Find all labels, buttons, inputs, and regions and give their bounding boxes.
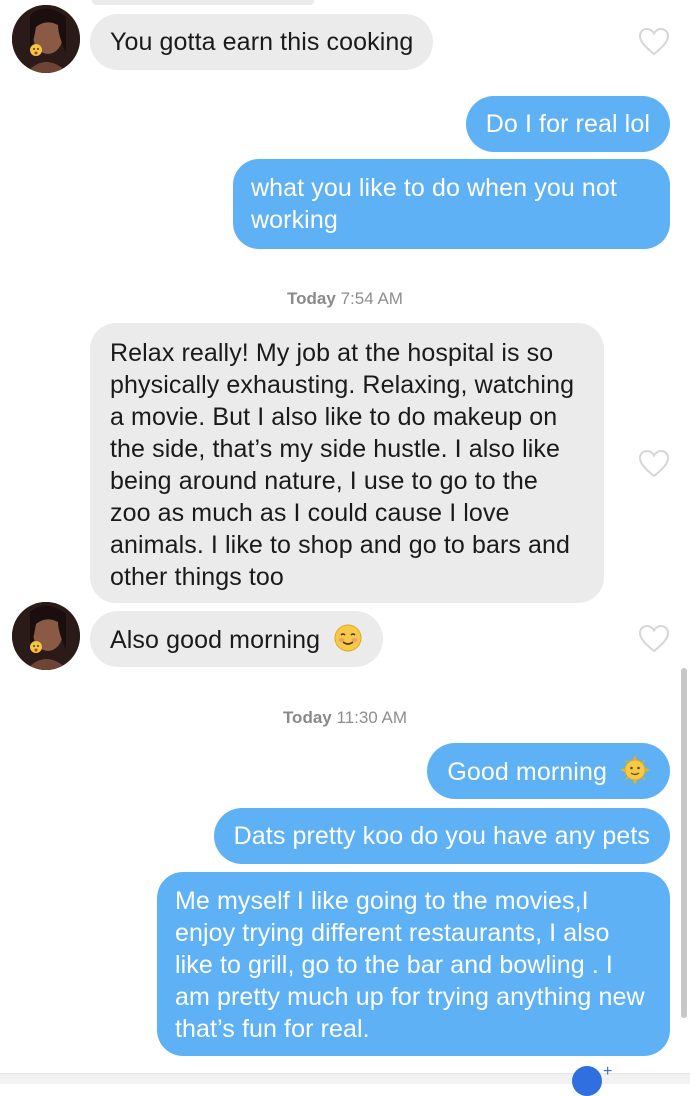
heart-outline-icon[interactable] xyxy=(638,449,670,479)
timestamp-time: 11:30 AM xyxy=(336,708,408,727)
message-text: You gotta earn this cooking xyxy=(110,28,414,56)
message-bubble-incoming[interactable]: Also good morning xyxy=(90,611,384,667)
heart-outline-icon[interactable] xyxy=(638,624,670,654)
previous-message-edge xyxy=(92,0,314,5)
message-bubble-outgoing[interactable]: Good morning xyxy=(427,743,670,799)
sun-face-emoji xyxy=(620,755,650,785)
message-bubble-outgoing[interactable]: Me myself I like going to the movies,I e… xyxy=(157,872,670,1056)
heart-outline-icon[interactable] xyxy=(638,27,670,57)
message-text: Also good morning xyxy=(110,626,321,654)
message-text: what you like to do when you not working xyxy=(251,174,617,234)
timestamp-divider: Today 7:54 AM xyxy=(0,289,690,309)
avatar-photo xyxy=(12,5,80,73)
timestamp-day: Today xyxy=(282,708,332,727)
message-text: Relax really! My job at the hospital is … xyxy=(110,339,575,591)
avatar-photo xyxy=(12,602,80,670)
timestamp-day: Today xyxy=(287,289,336,308)
contact-avatar[interactable] xyxy=(12,5,80,73)
message-bubble-outgoing[interactable]: Do I for real lol xyxy=(465,96,670,152)
message-text: Dats pretty koo do you have any pets xyxy=(233,822,650,850)
plus-icon: + xyxy=(603,1063,613,1080)
message-text: Do I for real lol xyxy=(485,110,650,138)
add-button[interactable] xyxy=(572,1066,602,1096)
contact-avatar[interactable] xyxy=(12,602,80,670)
message-bubble-outgoing[interactable]: what you like to do when you not working xyxy=(233,159,670,249)
scrollbar[interactable] xyxy=(681,668,687,1018)
message-bubble-incoming[interactable]: Relax really! My job at the hospital is … xyxy=(90,323,604,603)
message-bubble-incoming[interactable]: You gotta earn this cooking xyxy=(90,14,434,70)
message-bubble-outgoing[interactable]: Dats pretty koo do you have any pets xyxy=(213,808,670,864)
message-text: Me myself I like going to the movies,I e… xyxy=(175,887,645,1043)
timestamp-divider: Today 11:30 AM xyxy=(0,708,690,728)
message-text: Good morning xyxy=(447,758,607,786)
smiling-blush-emoji xyxy=(334,624,362,652)
timestamp-time: 7:54 AM xyxy=(340,289,403,308)
